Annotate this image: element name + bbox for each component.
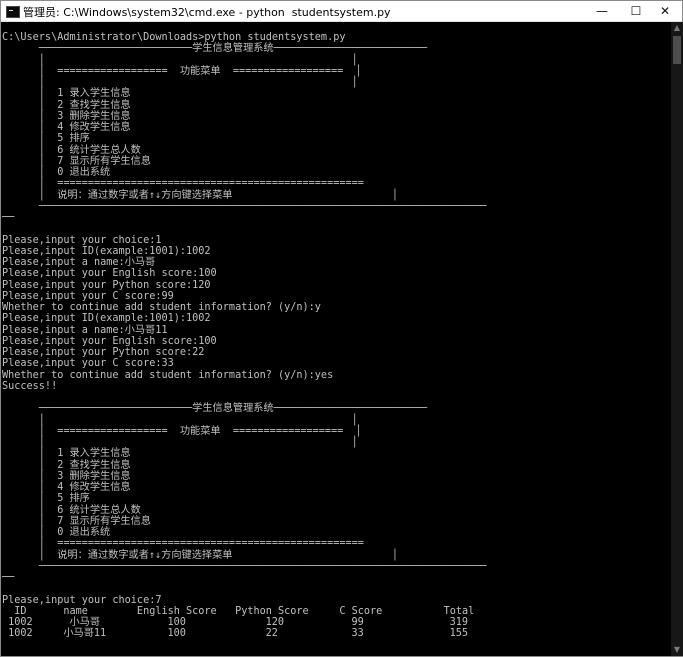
console-output[interactable]: C:\Users\Administrator\Downloads>python … xyxy=(1,22,671,656)
console-line: │ │ xyxy=(2,414,358,426)
cmd-icon xyxy=(6,6,20,18)
console-line: │ 0 退出系统 xyxy=(2,527,111,538)
window-title: 管理员: C:\Windows\system32\cmd.exe - pytho… xyxy=(23,6,391,19)
console-line: C:\Users\Administrator\Downloads>python … xyxy=(2,32,346,43)
console-line: │ 3 删除学生信息 xyxy=(2,470,131,482)
console-line: │ 4 修改学生信息 xyxy=(2,482,131,493)
console-line: │ ================== 功能菜单 ==============… xyxy=(2,65,362,77)
console-line: │ 1 录入学生信息 xyxy=(2,448,131,460)
close-button[interactable]: ✕ xyxy=(647,1,683,21)
console-line: │ 3 删除学生信息 xyxy=(2,110,131,122)
console-line: 1002 小马哥 100 120 99 319 xyxy=(2,617,469,628)
cmd-window: 管理员: C:\Windows\system32\cmd.exe - pytho… xyxy=(0,0,683,657)
console-line: │ 4 修改学生信息 xyxy=(2,122,131,133)
console-line: ── xyxy=(2,212,15,223)
console-line: Please,input ID(example:1001):1002 xyxy=(2,313,211,325)
console-line: ────────────────────────────────────────… xyxy=(2,200,487,212)
console-line: Whether to continue add student informat… xyxy=(2,302,321,313)
console-line: Please,input your Python score:120 xyxy=(2,279,211,291)
console-line: │ ================== 功能菜单 ==============… xyxy=(2,425,362,437)
console-line: │ ======================================… xyxy=(2,178,364,190)
console-line: │ 说明：通过数字或者↑↓方向键选择菜单 │ xyxy=(2,189,399,201)
console-line: │ ======================================… xyxy=(2,538,364,550)
console-line: │ │ xyxy=(2,437,358,448)
console-line: Please,input your C score:33 xyxy=(2,358,174,370)
console-line: Please,input a name:小马哥 xyxy=(2,257,156,268)
console-line: │ 1 录入学生信息 xyxy=(2,88,131,100)
console-line: Please,input your Python score:22 xyxy=(2,347,205,358)
console-line: Whether to continue add student informat… xyxy=(2,369,334,381)
console-line: │ 2 查找学生信息 xyxy=(2,459,131,471)
console-lines: C:\Users\Administrator\Downloads>python … xyxy=(2,32,671,640)
console-line: ─────────────────────────学生信息管理系统───────… xyxy=(2,43,427,55)
console-line: │ │ xyxy=(2,54,358,66)
console-line: Success!! xyxy=(2,380,58,392)
title-bar[interactable]: 管理员: C:\Windows\system32\cmd.exe - pytho… xyxy=(1,1,682,22)
console-line: │ 0 退出系统 xyxy=(2,167,111,178)
console-line: │ 6 统计学生总人数 xyxy=(2,144,141,156)
console-line: Please,input your choice:7 xyxy=(2,594,162,606)
console-line: Please,input ID(example:1001):1002 xyxy=(2,245,211,257)
console-line: │ │ xyxy=(2,77,358,88)
console-line: │ 6 统计学生总人数 xyxy=(2,504,141,516)
console-line: │ 说明：通过数字或者↑↓方向键选择菜单 │ xyxy=(2,549,399,561)
vertical-scrollbar[interactable]: ▲ ▼ xyxy=(671,22,683,656)
console-line: │ 5 排序 xyxy=(2,493,90,505)
console-line: ─────────────────────────学生信息管理系统───────… xyxy=(2,403,427,415)
console-line: ID name English Score Python Score C Sco… xyxy=(2,605,475,617)
console-line: Please,input your C score:99 xyxy=(2,290,174,302)
console-line: │ 7 显示所有学生信息 xyxy=(2,155,151,167)
console-line: │ 7 显示所有学生信息 xyxy=(2,515,151,527)
console-line: 1002 小马哥11 100 22 33 155 xyxy=(2,628,469,640)
scrollbar-thumb[interactable] xyxy=(673,36,681,64)
console-line: Please,input a name:小马哥11 xyxy=(2,324,168,336)
console-line: ────────────────────────────────────────… xyxy=(2,560,487,572)
scroll-down-arrow-icon[interactable]: ▼ xyxy=(671,644,683,656)
console-line: Please,input your English score:100 xyxy=(2,335,217,347)
scroll-up-arrow-icon[interactable]: ▲ xyxy=(671,22,683,34)
console-line: │ 2 查找学生信息 xyxy=(2,99,131,111)
console-line: ── xyxy=(2,572,15,583)
console-line: Please,input your English score:100 xyxy=(2,268,217,280)
console-line: │ 5 排序 xyxy=(2,133,90,145)
console-line: Please,input your choice:1 xyxy=(2,234,162,246)
